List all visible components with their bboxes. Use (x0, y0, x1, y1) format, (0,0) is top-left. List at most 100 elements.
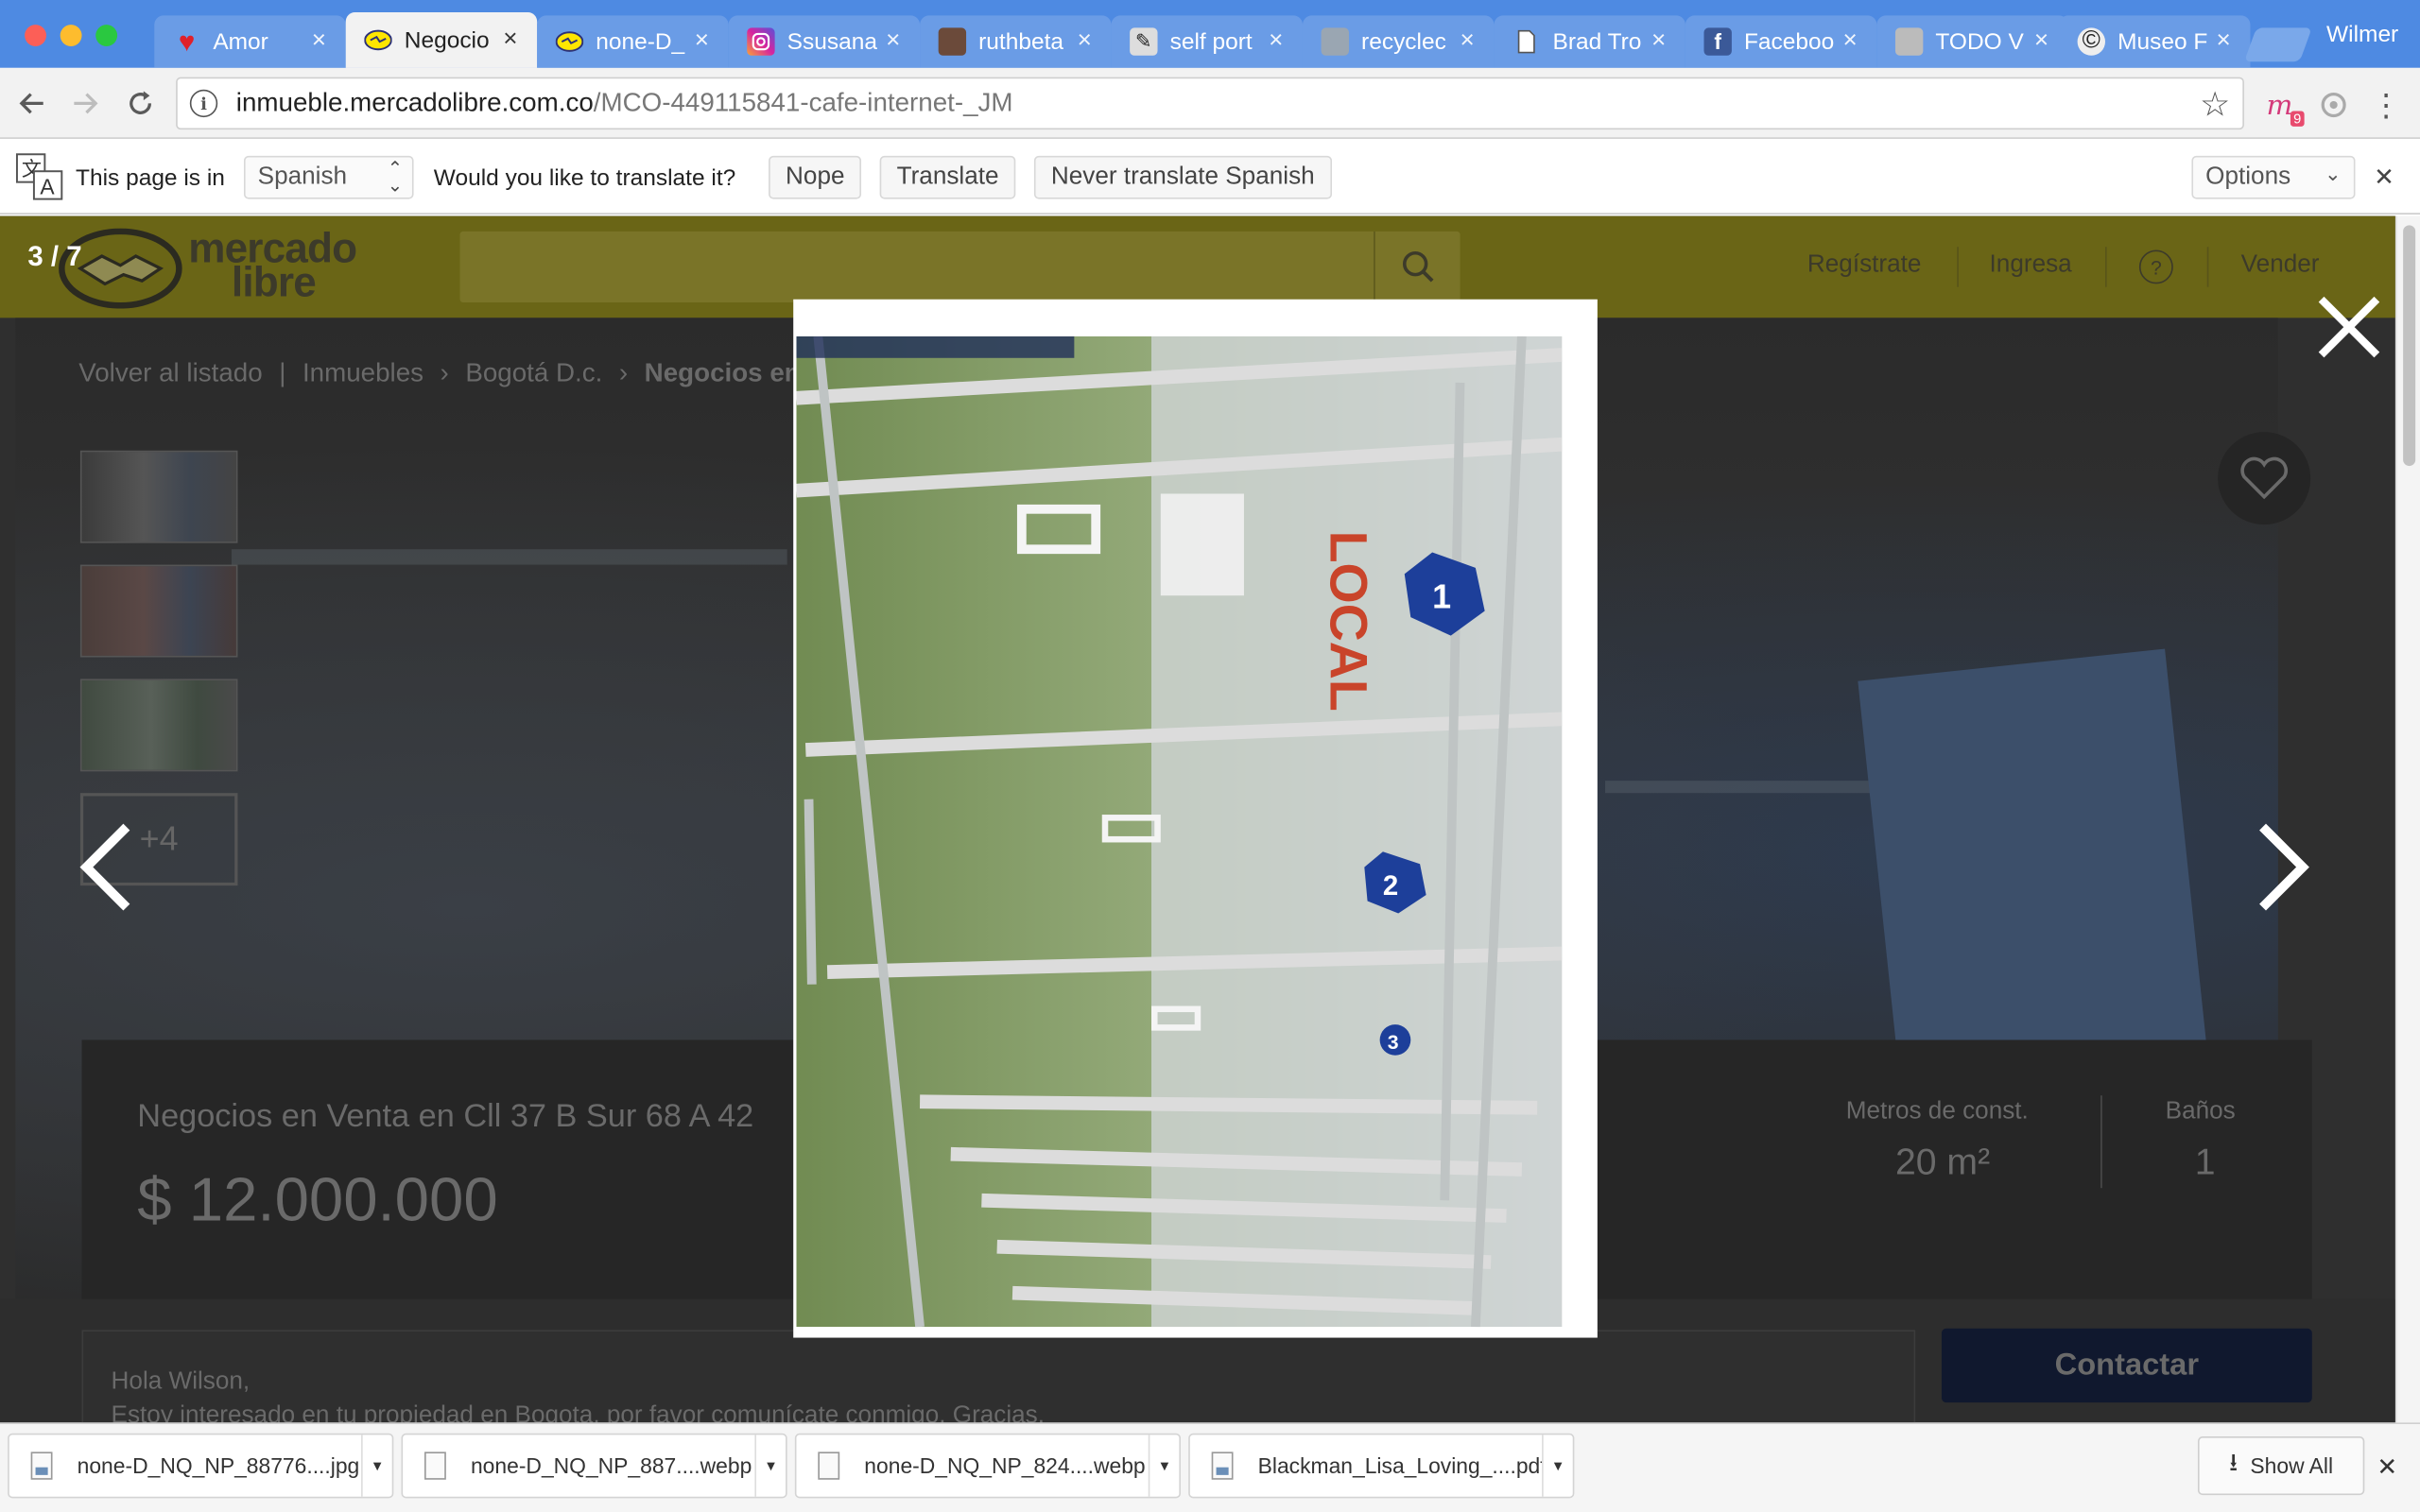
breadcrumb-inmuebles[interactable]: Inmuebles (302, 358, 424, 387)
options-label: Options (2205, 163, 2291, 190)
translate-options-select[interactable]: Options ⌄ (2191, 155, 2356, 199)
contact-message-textarea[interactable]: Hola Wilson, Estoy interesado en tu prop… (81, 1330, 1916, 1423)
scrollbar-thumb[interactable] (2403, 225, 2416, 467)
site-search-button[interactable] (1374, 231, 1460, 303)
page-scrollbar[interactable] (2394, 215, 2420, 1423)
close-window-button[interactable] (25, 25, 46, 46)
bookmark-star-icon[interactable]: ☆ (2200, 85, 2230, 125)
close-icon[interactable]: × (503, 26, 525, 54)
tab-self-port[interactable]: ✎ self port × (1111, 15, 1303, 68)
tab-ruthbeta[interactable]: ruthbeta × (920, 15, 1112, 68)
minimize-window-button[interactable] (60, 25, 82, 46)
site-search-input[interactable] (459, 231, 1461, 303)
heart-outline-icon (2240, 456, 2288, 500)
language-select[interactable]: Spanish ⌃ ⌄ (243, 155, 414, 199)
download-item[interactable]: Blackman_Lisa_Loving_....pdf ▼ (1188, 1433, 1575, 1499)
address-bar[interactable]: i inmueble.mercadolibre.com.co/MCO-44911… (176, 77, 2244, 130)
download-item[interactable]: none-D_NQ_NP_824....webp ▼ (794, 1433, 1182, 1499)
close-icon[interactable]: × (695, 27, 717, 55)
tab-label: TODO V (1935, 28, 2024, 55)
close-icon[interactable]: × (1269, 27, 1290, 55)
download-bar: none-D_NQ_NP_88776....jpg ▼ none-D_NQ_NP… (0, 1422, 2420, 1512)
download-item[interactable]: none-D_NQ_NP_88776....jpg ▼ (8, 1433, 394, 1499)
photo-counter: 3 / 7 (27, 240, 82, 272)
dropdown-arrow-icon[interactable]: ▼ (1542, 1435, 1573, 1497)
mercadolibre-logo[interactable]: mercado libre (59, 228, 368, 309)
register-link[interactable]: Regístrate (1807, 251, 1922, 279)
dropdown-arrow-icon[interactable]: ▼ (361, 1435, 392, 1497)
browser-window: ♥ Amor × Negocio × none-D_ × Ssusana × r… (0, 0, 2420, 1512)
photo-icon: ✎ (1130, 27, 1158, 56)
close-icon[interactable]: × (886, 27, 908, 55)
close-icon (2318, 296, 2380, 358)
logo-text: mercado libre (188, 228, 357, 303)
tab-brad-tro[interactable]: Brad Tro × (1494, 15, 1685, 68)
photo-thumbnail-3[interactable] (79, 679, 238, 772)
next-photo-button[interactable] (2254, 821, 2315, 914)
close-icon[interactable]: × (1842, 27, 1864, 55)
tab-museo[interactable]: © Museo F × (2059, 15, 2251, 68)
profile-name[interactable]: Wilmer (2326, 22, 2398, 48)
extension-m-icon[interactable]: m9 (2261, 86, 2305, 127)
help-glyph: ? (2150, 255, 2162, 279)
nope-button[interactable]: Nope (769, 155, 862, 199)
download-icon: ⭳ (2229, 1449, 2238, 1476)
close-icon[interactable]: × (1461, 27, 1482, 55)
mercadolibre-icon (555, 27, 584, 55)
translate-button[interactable]: Translate (879, 155, 1016, 199)
close-icon[interactable]: × (1078, 27, 1099, 55)
back-to-list-link[interactable]: Volver al listado (78, 358, 262, 387)
dropdown-arrow-icon[interactable]: ▼ (1148, 1435, 1180, 1497)
dropdown-arrow-icon[interactable]: ▼ (754, 1435, 786, 1497)
help-icon[interactable]: ? (2138, 249, 2173, 284)
close-icon[interactable]: × (2217, 27, 2238, 55)
back-button[interactable] (12, 83, 52, 123)
facebook-icon: f (1703, 27, 1732, 56)
forward-button[interactable] (65, 83, 105, 123)
listing-title: Negocios en Venta en Cll 37 B Sur 68 A 4… (137, 1098, 754, 1135)
tab-label: none-D_ (596, 28, 685, 55)
close-translate-bar-icon[interactable]: ✕ (2374, 162, 2394, 193)
breadcrumb-chevron: › (440, 357, 449, 387)
chevron-updown-icon: ⌃ ⌄ (387, 157, 404, 197)
tab-amor[interactable]: ♥ Amor × (154, 15, 346, 68)
tab-facebook[interactable]: f Faceboo × (1685, 15, 1877, 68)
close-download-bar-icon[interactable]: ✕ (2377, 1452, 2397, 1483)
photo-thumbnail-1[interactable] (79, 450, 238, 543)
reload-button[interactable] (120, 83, 160, 123)
info-icon[interactable]: i (189, 89, 218, 118)
show-all-downloads-button[interactable]: ⭳ Show All (2197, 1436, 2365, 1496)
breadcrumb-bogota[interactable]: Bogotá D.c. (465, 358, 602, 387)
message-line-1: Hola Wilson, (111, 1368, 251, 1395)
translate-page-is-in: This page is in (76, 164, 225, 192)
nav-divider (2105, 247, 2107, 287)
close-icon[interactable]: × (312, 27, 334, 55)
close-lightbox-button[interactable] (2312, 290, 2386, 364)
favorite-button[interactable] (2218, 432, 2311, 525)
tab-none-d[interactable]: none-D_ × (537, 15, 729, 68)
never-translate-button[interactable]: Never translate Spanish (1033, 155, 1332, 199)
contact-button[interactable]: Contactar (1941, 1328, 2312, 1403)
close-icon[interactable]: × (1651, 27, 1673, 55)
nav-divider (1957, 247, 1959, 287)
forward-arrow-icon (74, 93, 98, 114)
extension-ghost-icon[interactable] (2315, 86, 2352, 123)
browser-menu-icon[interactable]: ⋮ (2368, 86, 2405, 123)
tab-negocio[interactable]: Negocio × (345, 12, 538, 68)
photo-thumbnail-2[interactable] (79, 564, 238, 658)
tab-ssusana[interactable]: Ssusana × (728, 15, 921, 68)
tab-recycled[interactable]: recyclec × (1302, 15, 1495, 68)
tab-todo[interactable]: TODO V × (1876, 15, 2068, 68)
shelf (231, 549, 787, 565)
new-tab-button[interactable] (2243, 27, 2312, 62)
listing-price: $ 12.000.000 (137, 1166, 498, 1235)
previous-photo-button[interactable] (74, 821, 135, 914)
breadcrumb: Volver al listado | Inmuebles › Bogotá D… (78, 358, 825, 389)
zoom-window-button[interactable] (95, 25, 118, 46)
translate-bar: 文A This page is in Spanish ⌃ ⌄ Would you … (0, 140, 2420, 215)
login-link[interactable]: Ingresa (1990, 251, 2072, 279)
tab-label: Faceboo (1743, 28, 1835, 55)
close-icon[interactable]: × (2034, 27, 2056, 55)
download-item[interactable]: none-D_NQ_NP_887....webp ▼ (401, 1433, 787, 1499)
sell-link[interactable]: Vender (2241, 251, 2320, 279)
